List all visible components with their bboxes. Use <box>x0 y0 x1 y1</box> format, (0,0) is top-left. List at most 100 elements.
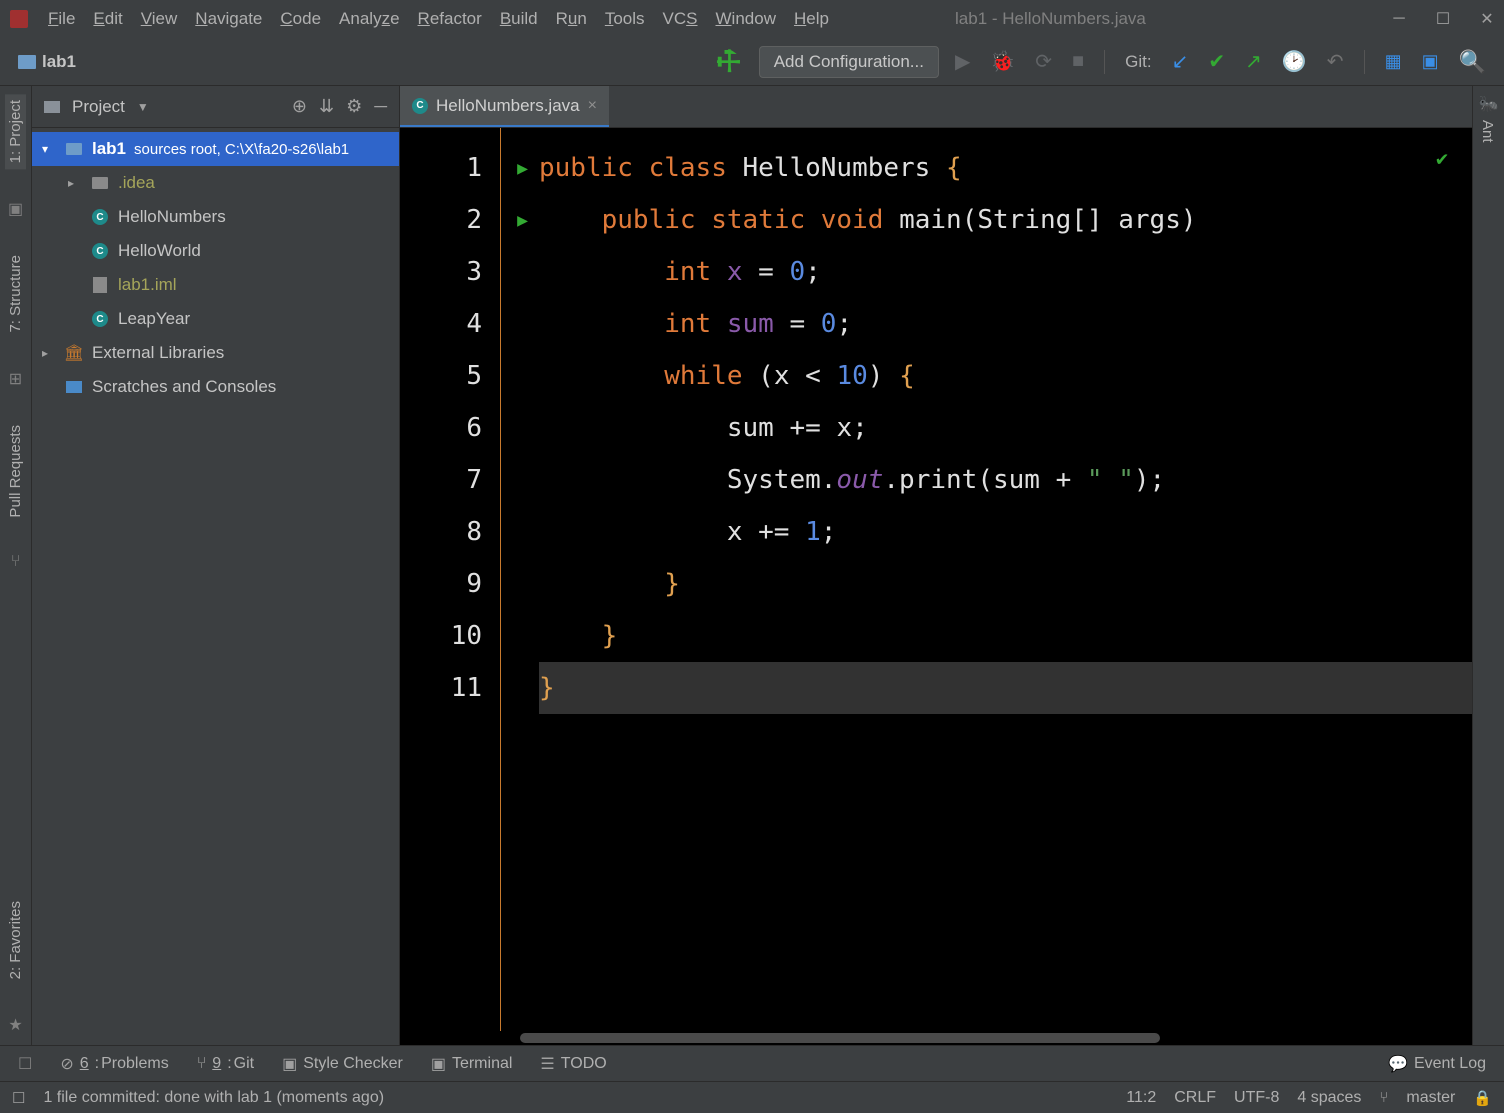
locate-icon[interactable]: ⊕ <box>292 96 307 117</box>
indent[interactable]: 4 spaces <box>1297 1089 1361 1107</box>
tool-pull-requests[interactable]: Pull Requests <box>5 419 26 524</box>
menu-code[interactable]: Code <box>280 9 321 29</box>
dropdown-icon[interactable]: ▼ <box>137 100 149 114</box>
statusbar: ☐ 1 file committed: done with lab 1 (mom… <box>0 1081 1504 1113</box>
tool-todo[interactable]: ☰TODO <box>540 1054 606 1074</box>
tool-problems[interactable]: ⊘6: Problems <box>60 1054 168 1074</box>
menu-build[interactable]: Build <box>500 9 538 29</box>
chat-icon: 💬 <box>1388 1054 1408 1074</box>
status-message: 1 file committed: done with lab 1 (momen… <box>43 1089 384 1107</box>
close-tab-icon[interactable]: × <box>588 97 597 115</box>
hide-icon[interactable]: ─ <box>374 96 387 117</box>
menu-refactor[interactable]: Refactor <box>418 9 482 29</box>
editor-tabs: C HelloNumbers.java × <box>400 86 1472 128</box>
project-panel-header: Project ▼ ⊕ ⇊ ⚙ ─ <box>32 86 399 128</box>
tree-file-leapyear[interactable]: C LeapYear <box>32 302 399 336</box>
code-body[interactable]: ✔ public class HelloNumbers { public sta… <box>521 128 1472 1045</box>
menu-run[interactable]: Run <box>556 9 587 29</box>
git-pull-icon[interactable]: ↙ <box>1172 49 1189 74</box>
run-anything-icon[interactable]: ▣ <box>1422 51 1439 72</box>
menu-tools[interactable]: Tools <box>605 9 645 29</box>
tool-git[interactable]: ⑂9: Git <box>197 1055 254 1073</box>
chevron-right-icon[interactable]: ▸ <box>68 176 82 190</box>
menu-navigate[interactable]: Navigate <box>195 9 262 29</box>
tool-style-checker[interactable]: ▣Style Checker <box>282 1054 403 1074</box>
tree-file-iml[interactable]: lab1.iml <box>32 268 399 302</box>
project-panel-title[interactable]: Project <box>72 97 125 117</box>
tool-ant[interactable]: Ant <box>1473 114 1502 149</box>
layout-icon[interactable]: ☐ <box>12 1089 25 1107</box>
project-tree: ▾ lab1 sources root, C:\X\fa20-s26\lab1 … <box>32 128 399 408</box>
git-branch[interactable]: master <box>1406 1089 1455 1107</box>
lock-icon[interactable]: 🔒 <box>1473 1089 1492 1107</box>
checker-icon: ▣ <box>282 1054 297 1074</box>
tree-file-helloworld[interactable]: C HelloWorld <box>32 234 399 268</box>
tab-label: HelloNumbers.java <box>436 96 580 116</box>
menu-window[interactable]: Window <box>716 9 776 29</box>
tool-structure-icon[interactable]: ⊞ <box>9 369 22 389</box>
tool-project[interactable]: 1: Project <box>5 94 26 169</box>
collapse-icon[interactable]: ⇊ <box>319 96 334 117</box>
minimize-button[interactable]: ─ <box>1392 12 1406 26</box>
git-branch-icon[interactable]: ⑂ <box>11 553 21 571</box>
scrollbar-thumb[interactable] <box>520 1033 1160 1043</box>
line-ending[interactable]: CRLF <box>1174 1089 1216 1107</box>
git-icon: ⑂ <box>197 1055 207 1073</box>
gear-icon[interactable]: ⚙ <box>346 96 362 117</box>
git-label: Git: <box>1125 52 1151 72</box>
stop-icon[interactable]: ■ <box>1072 50 1084 73</box>
ant-icon[interactable]: 🐜 <box>1473 94 1504 114</box>
window-icon[interactable]: ☐ <box>18 1054 32 1074</box>
star-icon[interactable]: ★ <box>8 1015 22 1035</box>
git-commit-icon[interactable]: ✔ <box>1208 49 1225 74</box>
history-icon[interactable]: 🕑 <box>1282 49 1307 74</box>
tool-terminal[interactable]: ▣Terminal <box>431 1054 513 1074</box>
menu-analyze[interactable]: Analyze <box>339 9 400 29</box>
chevron-right-icon[interactable]: ▸ <box>42 346 56 360</box>
window-controls: ─ ☐ ✕ <box>1392 12 1494 26</box>
horizontal-scrollbar[interactable] <box>500 1031 1472 1045</box>
chevron-down-icon[interactable]: ▾ <box>42 142 56 156</box>
menu-edit[interactable]: Edit <box>93 9 122 29</box>
left-tool-strip: 1: Project ▣ 7: Structure ⊞ Pull Request… <box>0 86 32 1045</box>
tool-favorites[interactable]: 2: Favorites <box>5 895 26 985</box>
encoding[interactable]: UTF-8 <box>1234 1089 1279 1107</box>
git-push-icon[interactable]: ↗ <box>1245 49 1262 74</box>
tree-file-hellonumbers[interactable]: C HelloNumbers <box>32 200 399 234</box>
cursor-position[interactable]: 11:2 <box>1126 1089 1156 1107</box>
run-config-button[interactable]: Add Configuration... <box>759 46 939 78</box>
tree-idea-folder[interactable]: ▸ .idea <box>32 166 399 200</box>
tab-hellonumbers[interactable]: C HelloNumbers.java × <box>400 86 609 127</box>
tool-structure[interactable]: 7: Structure <box>5 249 26 339</box>
breadcrumb[interactable]: lab1 <box>42 52 76 72</box>
run-icon[interactable]: ▶ <box>955 49 970 74</box>
warning-icon: ⊘ <box>60 1054 73 1074</box>
build-icon[interactable]: ⚒ <box>708 41 749 82</box>
tree-external-libs[interactable]: ▸ 🏛 External Libraries <box>32 336 399 370</box>
menu-vcs[interactable]: VCS <box>663 9 698 29</box>
search-icon[interactable]: 🔍 <box>1459 49 1486 75</box>
terminal-icon: ▣ <box>431 1054 446 1074</box>
project-structure-icon[interactable]: ▦ <box>1385 51 1402 72</box>
maximize-button[interactable]: ☐ <box>1436 12 1450 26</box>
event-log[interactable]: 💬Event Log <box>1388 1054 1486 1074</box>
tool-project-icon[interactable]: ▣ <box>8 199 23 219</box>
toolbar: lab1 ⚒ Add Configuration... ▶ 🐞 ⟳ ■ Git:… <box>0 38 1504 86</box>
menu-file[interactable]: File <box>48 9 75 29</box>
rollback-icon[interactable]: ↶ <box>1327 49 1344 74</box>
debug-icon[interactable]: 🐞 <box>990 49 1015 74</box>
tree-root[interactable]: ▾ lab1 sources root, C:\X\fa20-s26\lab1 <box>32 132 399 166</box>
folder-icon <box>44 101 60 113</box>
main-menu: File Edit View Navigate Code Analyze Ref… <box>48 9 829 29</box>
java-class-icon: C <box>412 98 428 114</box>
java-class-icon: C <box>92 243 108 259</box>
tree-scratches[interactable]: Scratches and Consoles <box>32 370 399 404</box>
close-button[interactable]: ✕ <box>1480 12 1494 26</box>
menu-view[interactable]: View <box>141 9 178 29</box>
coverage-icon[interactable]: ⟳ <box>1035 49 1052 74</box>
scratch-icon <box>66 381 82 393</box>
inspection-ok-icon[interactable]: ✔ <box>1436 146 1448 170</box>
code-editor[interactable]: 1▶2▶34567891011 ✔ public class HelloNumb… <box>400 128 1472 1045</box>
todo-icon: ☰ <box>540 1054 554 1074</box>
menu-help[interactable]: Help <box>794 9 829 29</box>
